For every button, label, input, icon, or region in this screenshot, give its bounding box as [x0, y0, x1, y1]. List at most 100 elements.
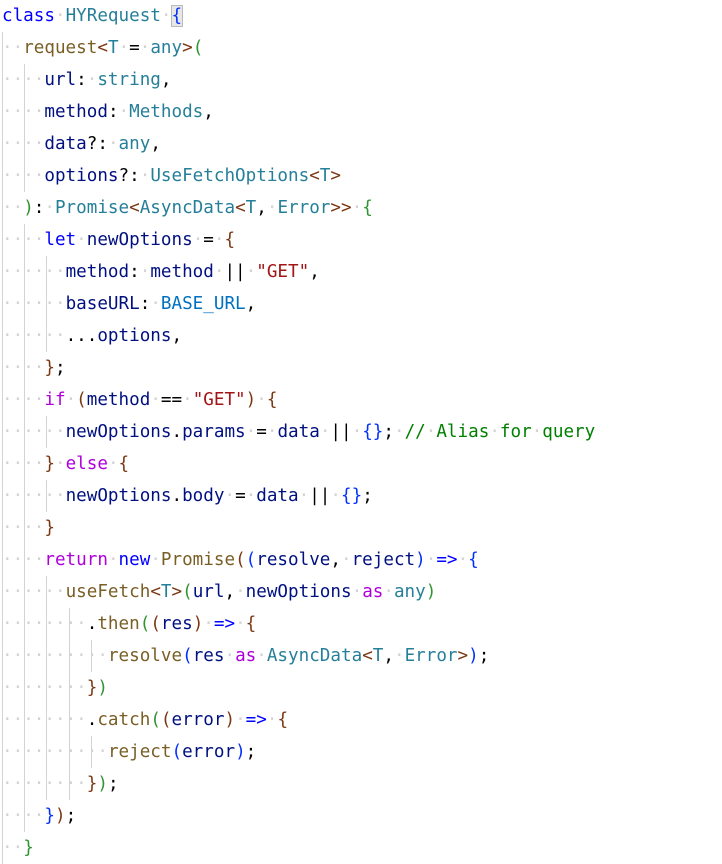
- code-line[interactable]: ······...options,: [0, 320, 722, 352]
- indent-guide: [46, 704, 48, 736]
- code-line[interactable]: ······method:·method·||·"GET",: [0, 256, 722, 288]
- variable: error: [171, 710, 225, 730]
- code-line[interactable]: ····return·new·Promise((resolve,·reject)…: [0, 544, 722, 576]
- whitespace-dot: ·: [139, 262, 151, 282]
- type-name: T: [319, 166, 331, 186]
- code-line[interactable]: ······newOptions.body·=·data·||·{};: [0, 480, 722, 512]
- whitespace-dot: ·: [118, 38, 130, 58]
- code-line[interactable]: ····data?:·any,: [0, 128, 722, 160]
- code-line[interactable]: ········.then((res)·=>·{: [0, 608, 722, 640]
- code-line[interactable]: class·HYRequest·{: [0, 0, 722, 32]
- whitespace-dot: ·: [12, 518, 24, 538]
- indent-guide: [2, 672, 3, 704]
- code-line[interactable]: ····let·newOptions·=·{: [0, 224, 722, 256]
- indent-guide: [24, 736, 26, 768]
- bracket-close: }: [86, 774, 98, 794]
- whitespace-dot: ·: [12, 326, 24, 346]
- whitespace-dot: ·: [12, 710, 24, 730]
- bracket-close: ): [415, 550, 426, 570]
- indent-guide: [46, 320, 48, 352]
- code-line[interactable]: ····method:·Methods,: [0, 96, 722, 128]
- code-line[interactable]: ··········resolve(res·as·AsyncData<T,·Er…: [0, 640, 722, 672]
- bracket-close: ): [192, 614, 204, 634]
- whitespace-dot: ·: [33, 70, 45, 90]
- variable: newOptions: [245, 582, 352, 602]
- code-line[interactable]: ········}): [0, 672, 722, 704]
- whitespace-dot: ·: [86, 742, 98, 762]
- bracket-close: }: [44, 518, 55, 538]
- bracket-close: ): [235, 742, 246, 762]
- angle-bracket: <: [150, 582, 161, 602]
- indent-guide: [2, 480, 3, 512]
- code-line[interactable]: ····}: [0, 512, 722, 544]
- code-line[interactable]: ········.catch((error)·=>·{: [0, 704, 722, 736]
- string-literal: "GET": [192, 390, 246, 410]
- bracket-open: {: [468, 550, 479, 570]
- whitespace-dot: ·: [2, 422, 13, 442]
- indent-guide: [68, 608, 70, 640]
- whitespace-dot: ·: [33, 102, 45, 122]
- code-editor-viewport[interactable]: class·HYRequest·{··request<T·=·any>(····…: [0, 0, 722, 864]
- indent-guide: [46, 288, 48, 320]
- bracket-close: }: [86, 678, 98, 698]
- indent-guide: [24, 800, 26, 832]
- punctuation: =: [235, 486, 246, 506]
- variable: method: [65, 262, 130, 282]
- punctuation: ;: [54, 358, 66, 378]
- punctuation: :: [107, 102, 119, 122]
- code-line[interactable]: ······baseURL:·BASE_URL,: [0, 288, 722, 320]
- type-name: UseFetchOptions: [150, 166, 310, 186]
- whitespace-dot: ·: [393, 646, 405, 666]
- bracket-close: }: [44, 454, 55, 474]
- type-name: any: [118, 134, 151, 154]
- whitespace-dot: ·: [33, 742, 45, 762]
- whitespace-dot: ·: [107, 134, 119, 154]
- type-name: AsyncData: [266, 646, 363, 666]
- whitespace-dot: ·: [2, 134, 13, 154]
- whitespace-dot: ·: [76, 774, 87, 794]
- angle-bracket: >: [330, 166, 341, 186]
- code-line[interactable]: ····if·(method·==·"GET")·{: [0, 384, 722, 416]
- whitespace-dot: ·: [224, 646, 236, 666]
- code-surface[interactable]: class·HYRequest·{··request<T·=·any>(····…: [0, 0, 722, 864]
- variable: method: [44, 102, 108, 122]
- indent-guide: [68, 704, 70, 736]
- code-line[interactable]: ··request<T·=·any>(: [0, 32, 722, 64]
- bracket-open: {: [170, 5, 184, 27]
- whitespace-dot: ·: [65, 710, 77, 730]
- variable: data: [277, 422, 320, 442]
- bracket-close: ): [425, 582, 437, 602]
- whitespace-dot: ·: [256, 646, 267, 666]
- whitespace-dot: ·: [2, 198, 13, 218]
- arrow-operator: =>: [436, 550, 458, 570]
- bracket-open: (: [150, 710, 161, 730]
- whitespace-dot: ·: [54, 6, 66, 26]
- code-line[interactable]: ········});: [0, 768, 722, 800]
- code-line[interactable]: ····}·else·{: [0, 448, 722, 480]
- indent-guide: [2, 736, 3, 768]
- whitespace-dot: ·: [76, 230, 87, 250]
- bracket-close: }: [23, 838, 34, 858]
- code-line[interactable]: ····};: [0, 352, 722, 384]
- code-line[interactable]: ······useFetch<T>(url,·newOptions·as·any…: [0, 576, 722, 608]
- indent-guide: [24, 768, 26, 800]
- variable: url: [44, 70, 77, 90]
- code-line[interactable]: ····});: [0, 800, 722, 832]
- angle-bracket: <: [97, 38, 108, 58]
- whitespace-dot: ·: [76, 646, 87, 666]
- code-line[interactable]: ····options?:·UseFetchOptions<T>: [0, 160, 722, 192]
- variable: newOptions: [65, 486, 172, 506]
- whitespace-dot: ·: [2, 614, 13, 634]
- function-name: request: [23, 38, 98, 58]
- code-line[interactable]: ····url:·string,: [0, 64, 722, 96]
- whitespace-dot: ·: [107, 550, 119, 570]
- type-name: HYRequest: [65, 6, 161, 26]
- indent-guide: [24, 512, 26, 544]
- code-line[interactable]: ··········reject(error);: [0, 736, 722, 768]
- whitespace-dot: ·: [203, 614, 214, 634]
- property-name: body: [182, 486, 225, 506]
- indent-guide: [2, 704, 3, 736]
- code-line[interactable]: ··):·Promise<AsyncData<T,·Error>>·{: [0, 192, 722, 224]
- whitespace-dot: ·: [12, 838, 24, 858]
- code-line[interactable]: ······newOptions.params·=·data·||·{};·//…: [0, 416, 722, 448]
